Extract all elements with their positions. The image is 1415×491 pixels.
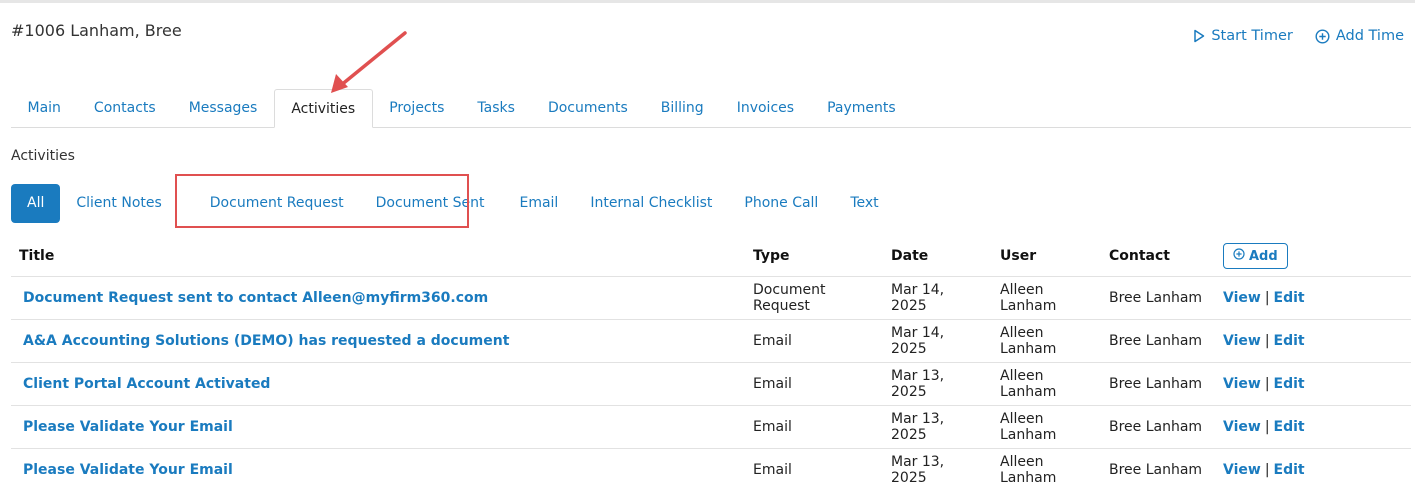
activity-type: Document Request [745,277,883,320]
plus-circle-icon [1233,248,1245,264]
section-label: Activities [11,148,75,164]
tab-payments[interactable]: Payments [811,89,913,127]
col-contact: Contact [1101,236,1215,277]
plus-circle-icon [1315,29,1330,44]
tab-billing[interactable]: Billing [644,89,720,127]
activities-table: Title Type Date User Contact Add Documen… [11,236,1411,491]
activity-user: Alleen Lanham [992,406,1101,449]
annotation-highlight-box [175,174,469,228]
activity-type: Email [745,363,883,406]
view-link[interactable]: View [1223,462,1261,478]
tab-tasks[interactable]: Tasks [461,89,532,127]
filter-text[interactable]: Text [834,184,894,223]
tab-messages[interactable]: Messages [172,89,274,127]
table-header-row: Title Type Date User Contact Add [11,236,1411,277]
separator: | [1261,376,1274,392]
col-date: Date [883,236,992,277]
add-time-button[interactable]: Add Time [1315,28,1404,44]
view-link[interactable]: View [1223,290,1261,306]
tab-main[interactable]: Main [11,89,77,127]
tab-contacts[interactable]: Contacts [77,89,172,127]
table-row: Please Validate Your Email Email Mar 13,… [11,449,1411,491]
activity-contact: Bree Lanham [1101,449,1215,491]
tab-documents[interactable]: Documents [531,89,644,127]
start-timer-button[interactable]: Start Timer [1193,28,1292,44]
table-row: Please Validate Your Email Email Mar 13,… [11,406,1411,449]
edit-link[interactable]: Edit [1274,376,1305,392]
activity-date: Mar 13, 2025 [883,406,992,449]
start-timer-label: Start Timer [1211,28,1292,44]
activity-contact: Bree Lanham [1101,277,1215,320]
separator: | [1261,333,1274,349]
tab-activities[interactable]: Activities [274,89,373,128]
activity-type: Email [745,449,883,491]
edit-link[interactable]: Edit [1274,290,1305,306]
activity-title-link[interactable]: Please Validate Your Email [23,419,233,435]
activity-type: Email [745,406,883,449]
view-link[interactable]: View [1223,333,1261,349]
activity-contact: Bree Lanham [1101,320,1215,363]
edit-link[interactable]: Edit [1274,419,1305,435]
activity-user: Alleen Lanham [992,277,1101,320]
activity-title-link[interactable]: Document Request sent to contact Alleen@… [23,290,488,306]
activity-type: Email [745,320,883,363]
activity-user: Alleen Lanham [992,363,1101,406]
activity-user: Alleen Lanham [992,449,1101,491]
view-link[interactable]: View [1223,419,1261,435]
activity-title-link[interactable]: A&A Accounting Solutions (DEMO) has requ… [23,333,509,349]
activity-contact: Bree Lanham [1101,406,1215,449]
edit-link[interactable]: Edit [1274,333,1305,349]
add-time-label: Add Time [1336,28,1404,44]
activity-date: Mar 13, 2025 [883,363,992,406]
table-row: Client Portal Account Activated Email Ma… [11,363,1411,406]
activity-date: Mar 13, 2025 [883,449,992,491]
edit-link[interactable]: Edit [1274,462,1305,478]
activity-title-link[interactable]: Client Portal Account Activated [23,376,270,392]
add-label: Add [1249,249,1278,264]
separator: | [1261,290,1274,306]
filter-client-notes[interactable]: Client Notes [60,184,177,223]
top-border [0,0,1415,3]
table-row: A&A Accounting Solutions (DEMO) has requ… [11,320,1411,363]
activity-title-link[interactable]: Please Validate Your Email [23,462,233,478]
page-title: #1006 Lanham, Bree [11,21,182,40]
filter-all[interactable]: All [11,184,60,223]
tab-projects[interactable]: Projects [373,89,461,127]
tab-invoices[interactable]: Invoices [720,89,810,127]
filter-phone-call[interactable]: Phone Call [728,184,834,223]
tab-bar: Main Contacts Messages Activities Projec… [11,89,1411,128]
col-user: User [992,236,1101,277]
col-title: Title [11,236,745,277]
col-actions: Add [1215,236,1411,277]
activity-user: Alleen Lanham [992,320,1101,363]
view-link[interactable]: View [1223,376,1261,392]
add-activity-button[interactable]: Add [1223,243,1288,269]
separator: | [1261,419,1274,435]
col-type: Type [745,236,883,277]
play-icon [1193,29,1205,43]
separator: | [1261,462,1274,478]
activity-date: Mar 14, 2025 [883,277,992,320]
filter-email[interactable]: Email [503,184,574,223]
activity-contact: Bree Lanham [1101,363,1215,406]
filter-internal-checklist[interactable]: Internal Checklist [574,184,728,223]
activity-date: Mar 14, 2025 [883,320,992,363]
header-actions: Start Timer Add Time [1193,28,1404,44]
table-row: Document Request sent to contact Alleen@… [11,277,1411,320]
